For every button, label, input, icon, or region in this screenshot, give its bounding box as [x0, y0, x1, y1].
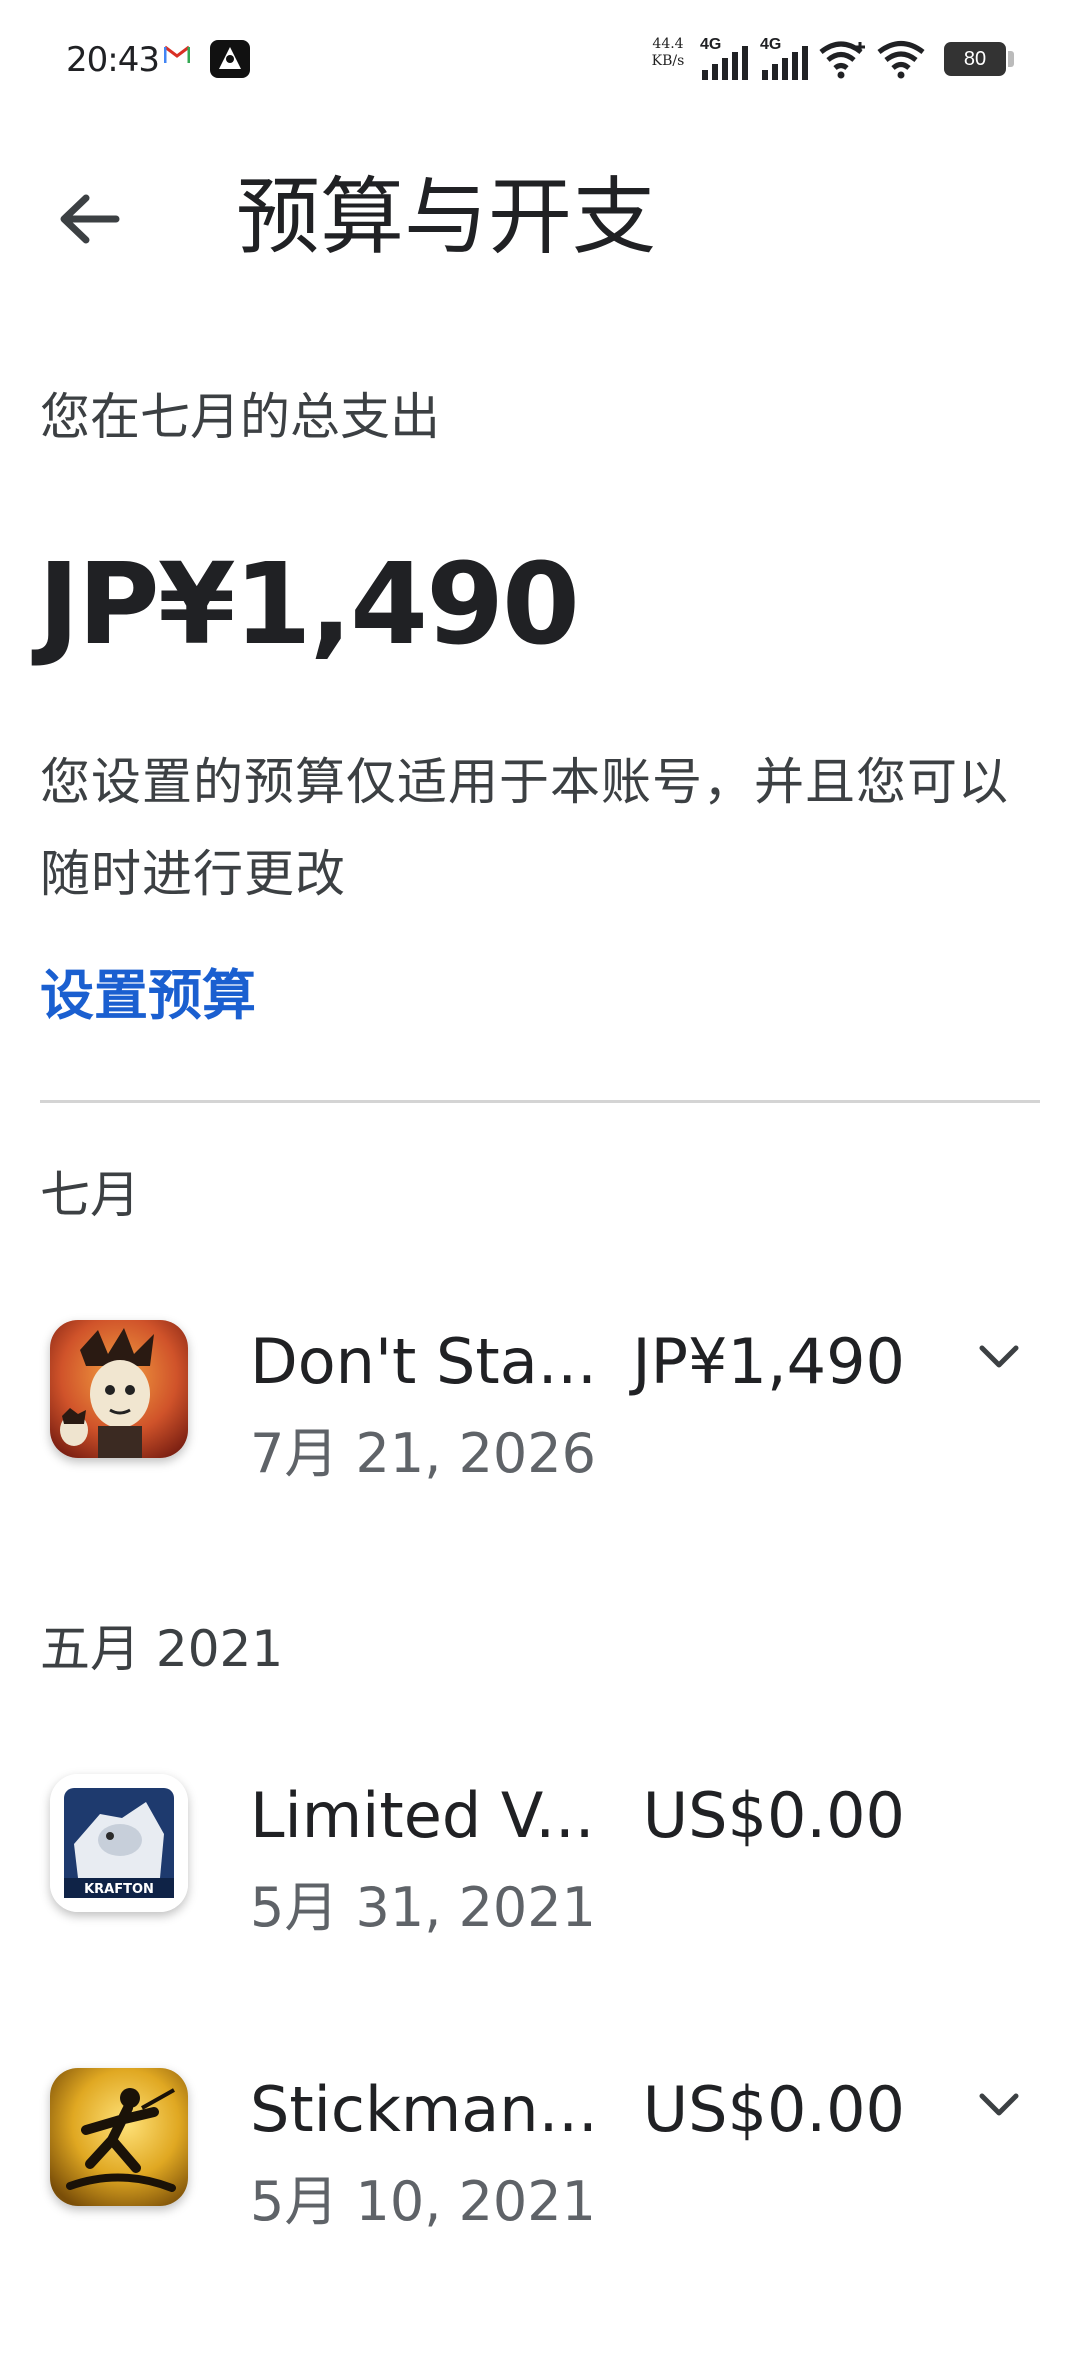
status-bar: 20:43 44.4 KB/s 4G 4G 80 — [0, 0, 1080, 120]
battery-icon: 80 — [944, 42, 1014, 76]
transaction-amount: US$0.00 — [642, 1779, 905, 1852]
transaction-app-name: Don't Sta... — [250, 1325, 597, 1398]
krafton-logo-text: KRAFTON — [84, 1882, 154, 1897]
signal-strength-icon: 4G — [700, 36, 752, 84]
expand-button[interactable] — [974, 1332, 1024, 1382]
wifi-icon — [876, 40, 926, 80]
network-speed-unit: KB/s — [651, 53, 685, 69]
transaction-row[interactable]: Stickman... 5月 10, 2021 US$0.00 — [0, 2068, 1080, 2268]
transaction-date: 5月 31, 2021 — [250, 1876, 596, 1939]
transaction-app-name: Limited V... — [250, 1779, 595, 1852]
page-title: 预算与开支 — [236, 168, 657, 266]
status-time: 20:43 — [66, 40, 160, 80]
transaction-date: 5月 10, 2021 — [250, 2170, 596, 2233]
chevron-down-icon — [979, 1345, 1019, 1368]
transaction-app-name: Stickman... — [250, 2073, 598, 2146]
transaction-row[interactable]: Don't Sta... 7月 21, 2026 JP¥1,490 — [0, 1320, 1080, 1520]
month-header-may-2021: 五月 2021 — [40, 1620, 284, 1678]
budget-description: 您设置的预算仅适用于本账号，并且您可以随时进行更改 — [40, 753, 1009, 903]
arrow-back-icon — [60, 194, 120, 244]
budget-and-spending-screen: 20:43 44.4 KB/s 4G 4G 80 预算与开支 您在七月的总支出 … — [0, 0, 1080, 2376]
monthly-spend-label: 您在七月的总支出 — [40, 388, 440, 446]
gmail-notification-icon — [163, 44, 191, 64]
network-type-label: 4G — [700, 36, 722, 53]
stickman-app-icon — [50, 2068, 188, 2206]
divider — [40, 1100, 1040, 1103]
transaction-date: 7月 21, 2026 — [250, 1422, 596, 1485]
dont-starve-app-icon — [50, 1320, 188, 1458]
app-notification-icon — [210, 40, 250, 78]
transaction-amount: US$0.00 — [642, 2073, 905, 2146]
network-speed-value: 44.4 — [652, 36, 684, 52]
pubg-lite-app-icon: KRAFTON — [50, 1774, 188, 1912]
transaction-amount: JP¥1,490 — [632, 1325, 905, 1398]
transaction-row[interactable]: KRAFTON Limited V... 5月 31, 2021 US$0.00 — [0, 1774, 1080, 1974]
expand-button[interactable] — [974, 2080, 1024, 2130]
set-budget-link[interactable]: 设置预算 — [40, 956, 256, 1036]
chevron-down-icon — [979, 2093, 1019, 2116]
back-button[interactable] — [46, 174, 136, 264]
monthly-spend-amount: JP¥1,490 — [38, 540, 580, 670]
signal-strength-icon: 4G — [760, 36, 812, 84]
month-header-july: 七月 — [40, 1166, 140, 1224]
network-speed: 44.4 KB/s — [644, 36, 692, 70]
network-type-label: 4G — [760, 36, 782, 53]
wifi-calling-icon — [818, 40, 868, 80]
